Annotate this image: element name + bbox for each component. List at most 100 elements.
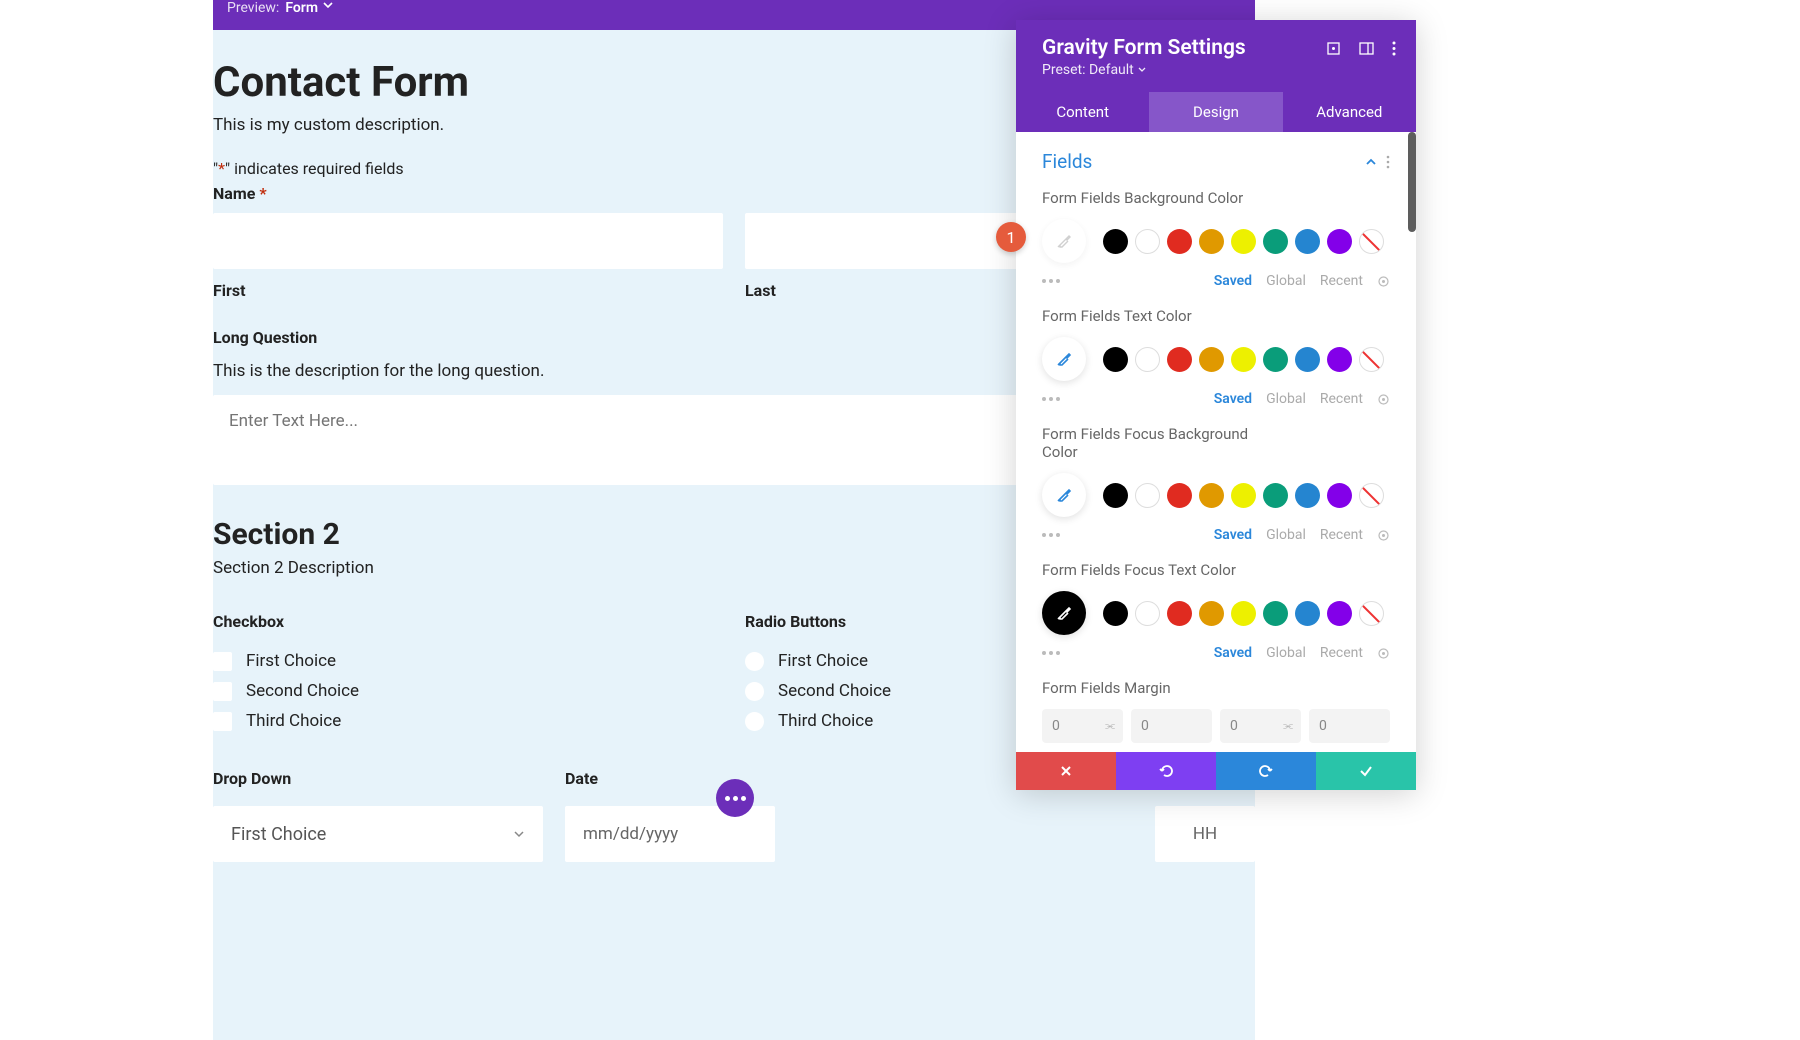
time-input[interactable]: HH	[1155, 806, 1255, 862]
eyedropper-button[interactable]	[1042, 473, 1086, 517]
color-swatch[interactable]	[1103, 483, 1128, 508]
save-button[interactable]	[1316, 752, 1416, 790]
more-icon[interactable]	[1386, 155, 1390, 169]
checkbox-icon[interactable]	[213, 652, 232, 671]
color-swatch[interactable]	[1295, 601, 1320, 626]
name-label-text: Name	[213, 184, 255, 203]
color-swatch[interactable]	[1231, 601, 1256, 626]
more-icon[interactable]	[1392, 41, 1396, 56]
checkbox-icon[interactable]	[213, 682, 232, 701]
gear-icon[interactable]	[1377, 275, 1390, 288]
color-swatch[interactable]	[1167, 601, 1192, 626]
more-icon[interactable]	[1042, 397, 1060, 401]
palette-tab-global[interactable]: Global	[1266, 527, 1306, 543]
chevron-down-icon	[323, 0, 333, 10]
eyedropper-button[interactable]	[1042, 219, 1086, 263]
preview-value: Form	[285, 0, 318, 16]
checkbox-icon[interactable]	[213, 712, 232, 731]
color-swatch[interactable]	[1103, 347, 1128, 372]
color-swatch-none[interactable]	[1359, 229, 1384, 254]
color-swatch[interactable]	[1263, 229, 1288, 254]
radio-icon[interactable]	[745, 682, 764, 701]
radio-icon[interactable]	[745, 652, 764, 671]
color-swatch-none[interactable]	[1359, 601, 1384, 626]
color-swatch[interactable]	[1135, 483, 1160, 508]
palette-tab-saved[interactable]: Saved	[1214, 391, 1252, 407]
eyedropper-button[interactable]	[1042, 591, 1086, 635]
palette-tab-saved[interactable]: Saved	[1214, 645, 1252, 661]
color-group-label: Form Fields Focus Background Color	[1042, 425, 1252, 461]
more-icon[interactable]	[1042, 533, 1060, 537]
color-swatch[interactable]	[1199, 229, 1224, 254]
eyedropper-button[interactable]	[1042, 337, 1086, 381]
tab-design[interactable]: Design	[1149, 92, 1282, 132]
first-name-input[interactable]	[213, 213, 723, 269]
section-header-fields[interactable]: Fields	[1042, 150, 1390, 173]
choice-label: Second Choice	[246, 681, 359, 701]
margin-input-right[interactable]: 0	[1131, 709, 1212, 743]
palette-tab-global[interactable]: Global	[1266, 391, 1306, 407]
color-swatch[interactable]	[1135, 229, 1160, 254]
color-swatch[interactable]	[1263, 483, 1288, 508]
gear-icon[interactable]	[1377, 529, 1390, 542]
color-swatch[interactable]	[1167, 483, 1192, 508]
snap-icon[interactable]	[1359, 41, 1374, 56]
palette-tab-recent[interactable]: Recent	[1320, 391, 1363, 407]
color-swatch[interactable]	[1327, 483, 1352, 508]
color-swatch[interactable]	[1103, 601, 1128, 626]
checkbox-row[interactable]: First Choice	[213, 651, 723, 671]
gear-icon[interactable]	[1377, 393, 1390, 406]
color-swatch[interactable]	[1231, 347, 1256, 372]
more-icon[interactable]	[1042, 279, 1060, 283]
color-swatch[interactable]	[1199, 347, 1224, 372]
more-icon[interactable]	[1042, 651, 1060, 655]
margin-input-left[interactable]: 0	[1309, 709, 1390, 743]
checkbox-row[interactable]: Third Choice	[213, 711, 723, 731]
link-icon[interactable]: ⫘	[1283, 719, 1293, 733]
close-button[interactable]	[1016, 752, 1116, 790]
redo-button[interactable]	[1216, 752, 1316, 790]
palette-tab-recent[interactable]: Recent	[1320, 527, 1363, 543]
color-swatch[interactable]	[1263, 347, 1288, 372]
color-swatch[interactable]	[1135, 347, 1160, 372]
color-swatch[interactable]	[1327, 601, 1352, 626]
color-swatch[interactable]	[1327, 229, 1352, 254]
color-swatch[interactable]	[1135, 601, 1160, 626]
scrollbar[interactable]	[1408, 132, 1416, 232]
color-swatch[interactable]	[1199, 483, 1224, 508]
color-swatch[interactable]	[1231, 229, 1256, 254]
color-swatch[interactable]	[1231, 483, 1256, 508]
gear-icon[interactable]	[1377, 647, 1390, 660]
color-swatch[interactable]	[1167, 229, 1192, 254]
color-swatch[interactable]	[1295, 347, 1320, 372]
fab-more-button[interactable]	[716, 779, 754, 817]
radio-icon[interactable]	[745, 712, 764, 731]
color-swatch[interactable]	[1327, 347, 1352, 372]
palette-tab-recent[interactable]: Recent	[1320, 273, 1363, 289]
color-swatch[interactable]	[1295, 229, 1320, 254]
color-swatch[interactable]	[1167, 347, 1192, 372]
palette-tab-global[interactable]: Global	[1266, 645, 1306, 661]
color-swatch-none[interactable]	[1359, 347, 1384, 372]
chevron-up-icon[interactable]	[1364, 155, 1378, 169]
undo-button[interactable]	[1116, 752, 1216, 790]
palette-tab-recent[interactable]: Recent	[1320, 645, 1363, 661]
color-swatch[interactable]	[1263, 601, 1288, 626]
expand-icon[interactable]	[1326, 41, 1341, 56]
color-swatch[interactable]	[1103, 229, 1128, 254]
link-icon[interactable]: ⫘	[1105, 719, 1115, 733]
margin-input-top[interactable]: 0⫘	[1042, 709, 1123, 743]
checkbox-row[interactable]: Second Choice	[213, 681, 723, 701]
margin-input-bottom[interactable]: 0⫘	[1220, 709, 1301, 743]
preset-selector[interactable]: Preset: Default	[1042, 62, 1396, 78]
tab-content[interactable]: Content	[1016, 92, 1149, 132]
dropdown-select[interactable]: First Choice	[213, 806, 543, 862]
color-swatch-none[interactable]	[1359, 483, 1384, 508]
palette-tab-saved[interactable]: Saved	[1214, 527, 1252, 543]
palette-tab-global[interactable]: Global	[1266, 273, 1306, 289]
color-swatch[interactable]	[1295, 483, 1320, 508]
dot-icon	[741, 796, 746, 801]
tab-advanced[interactable]: Advanced	[1283, 92, 1416, 132]
palette-tab-saved[interactable]: Saved	[1214, 273, 1252, 289]
color-swatch[interactable]	[1199, 601, 1224, 626]
